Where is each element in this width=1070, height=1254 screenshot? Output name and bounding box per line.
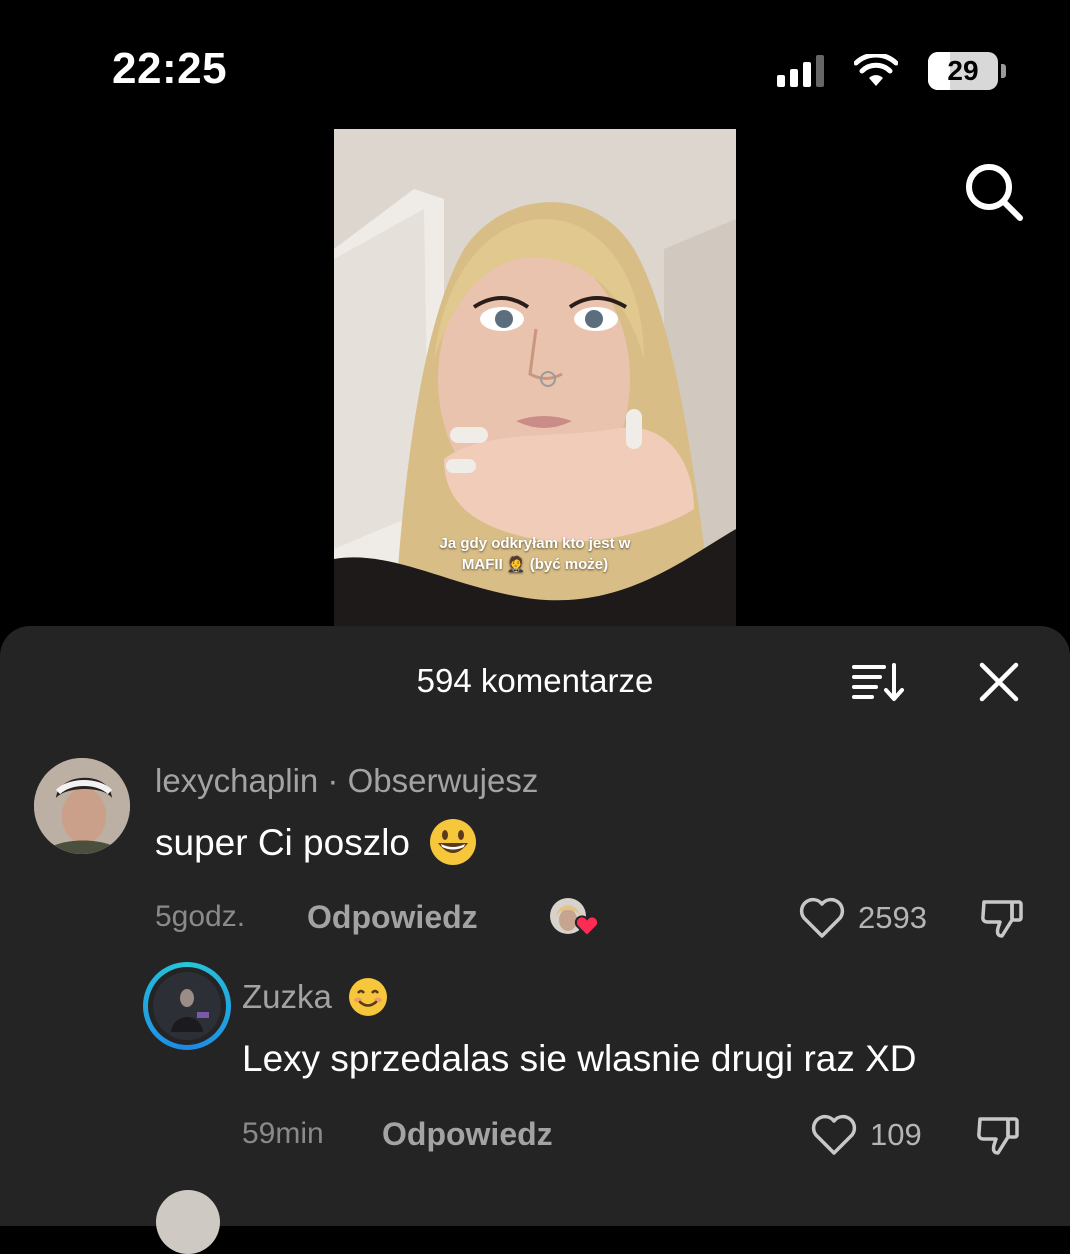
comments-count-title: 594 komentarze: [416, 662, 654, 699]
creator-liked-badge: [548, 894, 600, 940]
follow-status: · Obserwujesz: [318, 762, 539, 799]
wifi-icon: [854, 54, 898, 86]
status-time: 22:25: [112, 44, 228, 93]
heart-filled-icon: [574, 915, 600, 938]
comment-text: super Ci poszlo: [155, 822, 411, 863]
battery-icon: 29: [928, 52, 1006, 90]
heart-outline-icon[interactable]: [810, 1113, 858, 1157]
video-thumbnail[interactable]: Ja gdy odkryłam kto jest w MAFII 🤵 (być …: [334, 129, 736, 626]
status-icons: 29: [777, 52, 1006, 90]
reply-button[interactable]: Odpowiedz: [307, 899, 478, 936]
dislike-icon[interactable]: [974, 1111, 1022, 1159]
comment-username[interactable]: lexychaplin: [155, 762, 318, 799]
like-count: 2593: [858, 900, 927, 935]
reply-time: 59min: [242, 1117, 324, 1150]
avatar-story-ring[interactable]: [143, 962, 231, 1050]
video-caption: Ja gdy odkryłam kto jest w MAFII 🤵 (być …: [334, 533, 736, 575]
comments-sheet: 594 komentarze lexychaplin · Obserwujesz…: [0, 626, 1070, 1254]
sort-icon[interactable]: [852, 662, 904, 702]
reply-button[interactable]: Odpowiedz: [382, 1116, 553, 1153]
avatar[interactable]: [34, 758, 130, 854]
grinning-face-emoji-icon: [430, 819, 477, 866]
dislike-icon[interactable]: [978, 894, 1026, 942]
comment-time: 5godz.: [155, 900, 246, 933]
smiling-face-emoji-icon: [349, 978, 388, 1017]
video-caption-line-1: Ja gdy odkryłam kto jest w: [439, 535, 631, 552]
close-icon[interactable]: [978, 662, 1020, 702]
like-count: 109: [870, 1117, 922, 1152]
video-caption-line-2: MAFII 🤵 (być może): [461, 556, 609, 573]
battery-level: 29: [947, 55, 979, 86]
search-icon[interactable]: [962, 160, 1026, 224]
heart-outline-icon[interactable]: [798, 896, 846, 940]
avatar-image: [34, 758, 130, 854]
cellular-signal-icon: [777, 55, 824, 87]
avatar-image: [153, 972, 221, 1040]
reply-username[interactable]: Zuzka: [242, 978, 332, 1015]
reply-text: Lexy sprzedalas sie wlasnie drugi raz XD: [242, 1038, 917, 1079]
